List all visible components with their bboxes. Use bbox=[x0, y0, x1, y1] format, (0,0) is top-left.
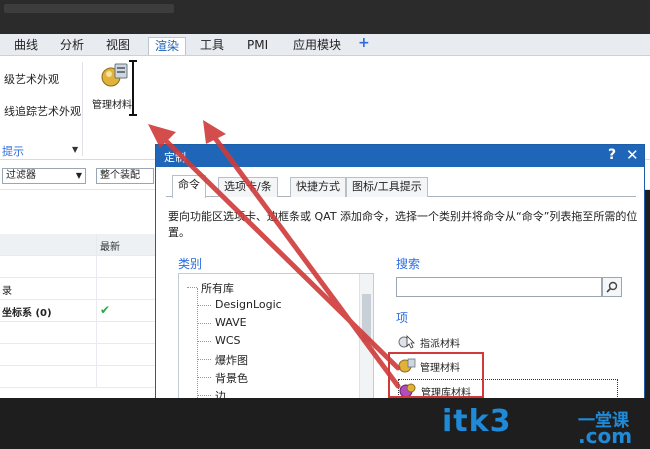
assign-material-icon bbox=[398, 335, 415, 349]
table-row[interactable]: 录 bbox=[0, 278, 160, 300]
dialog-tab-bar: 命令 选项卡/条 快捷方式 图标/工具提示 bbox=[166, 175, 636, 198]
dialog-title-bar[interactable]: 定制 ? ✕ bbox=[156, 145, 644, 167]
tab-shortcuts[interactable]: 快捷方式 bbox=[290, 177, 346, 197]
tab-render[interactable]: 渲染 bbox=[148, 37, 187, 55]
tab-curve[interactable]: 曲线 bbox=[12, 37, 40, 55]
filter-select[interactable]: 过滤器 ▼ bbox=[2, 168, 86, 184]
scrollbar-thumb[interactable] bbox=[362, 294, 371, 342]
tree-item[interactable]: WCS bbox=[179, 332, 359, 350]
filter-select-value: 过滤器 bbox=[6, 170, 36, 181]
assembly-select-value: 整个装配 bbox=[100, 170, 140, 181]
col-divider bbox=[96, 256, 97, 278]
ribbon-separator bbox=[82, 62, 83, 156]
tree-item[interactable]: 背景色 bbox=[179, 368, 359, 386]
close-button[interactable]: ✕ bbox=[626, 146, 639, 164]
table-row[interactable] bbox=[0, 366, 160, 388]
tree-twig bbox=[197, 305, 211, 306]
watermark-main: itk3 bbox=[442, 404, 512, 439]
tab-commands[interactable]: 命令 bbox=[172, 175, 206, 198]
col-divider bbox=[96, 344, 97, 366]
tree-item-label: DesignLogic bbox=[215, 298, 282, 311]
search-button[interactable] bbox=[602, 277, 622, 297]
chevron-down-icon[interactable]: ▼ bbox=[72, 145, 78, 154]
table-row[interactable]: 坐标系 (0) ✔ bbox=[0, 300, 160, 322]
category-scrollbar[interactable] bbox=[359, 274, 373, 398]
tab-analysis[interactable]: 分析 bbox=[58, 37, 86, 55]
tab-view[interactable]: 视图 bbox=[104, 37, 132, 55]
tree-twig bbox=[197, 377, 211, 378]
search-icon bbox=[606, 281, 618, 293]
row-label: 录 bbox=[2, 286, 12, 297]
tree-item[interactable]: 爆炸图 bbox=[179, 350, 359, 368]
title-bar bbox=[0, 0, 650, 34]
col-divider bbox=[96, 366, 97, 388]
dialog-title: 定制 bbox=[164, 151, 186, 164]
help-button[interactable]: ? bbox=[608, 147, 616, 163]
column-latest[interactable]: 最新 bbox=[100, 238, 120, 253]
add-tab-button[interactable]: + bbox=[356, 35, 372, 53]
ribbon-group-hint[interactable]: 提示 bbox=[2, 143, 24, 159]
tab-tools[interactable]: 工具 bbox=[198, 37, 226, 55]
navigator-grid: 最新 录 坐标系 (0) ✔ bbox=[0, 190, 160, 398]
assembly-select[interactable]: 整个装配 bbox=[96, 168, 154, 184]
tree-item[interactable]: WAVE bbox=[179, 314, 359, 332]
drop-insertion-cursor bbox=[129, 60, 137, 116]
chevron-down-icon: ▼ bbox=[75, 171, 82, 180]
tree-item-label: WCS bbox=[215, 334, 241, 347]
watermark-com: .com bbox=[578, 424, 633, 448]
search-label: 搜索 bbox=[396, 257, 421, 271]
items-label: 项 bbox=[396, 311, 409, 325]
item-label: 指派材料 bbox=[420, 339, 460, 350]
col-divider bbox=[96, 278, 97, 300]
tree-twig bbox=[197, 359, 211, 360]
tree-twig bbox=[197, 341, 211, 342]
tree-item[interactable]: DesignLogic bbox=[179, 296, 359, 314]
tree-twig bbox=[187, 287, 197, 288]
table-row[interactable] bbox=[0, 322, 160, 344]
tree-item-label: 所有库 bbox=[201, 282, 234, 295]
tree-item-label: 背景色 bbox=[215, 372, 248, 385]
table-row[interactable] bbox=[0, 344, 160, 366]
list-item-assign-material[interactable]: 指派材料 bbox=[398, 331, 618, 351]
tree-twig bbox=[197, 323, 211, 324]
search-input[interactable] bbox=[396, 277, 602, 297]
tab-tabs-bars[interactable]: 选项卡/条 bbox=[218, 177, 278, 197]
ribbon-item-advanced-studio[interactable]: 级艺术外观 bbox=[4, 71, 59, 87]
tree-twig bbox=[197, 395, 211, 396]
dialog-description: 要向功能区选项卡、边框条或 QAT 添加命令，选择一个类别并将命令从“命令”列表… bbox=[168, 210, 638, 239]
ribbon-tab-bar: 曲线 分析 视图 渲染 工具 PMI 应用模块 + bbox=[0, 34, 650, 56]
tab-app-modules[interactable]: 应用模块 bbox=[291, 37, 343, 55]
col-divider bbox=[96, 300, 97, 322]
tree-item-label: 爆炸图 bbox=[215, 354, 248, 367]
row-label-csys: 坐标系 (0) bbox=[2, 308, 52, 319]
category-tree[interactable]: 所有库 DesignLogic WAVE WCS 爆炸图 背景色 边 bbox=[178, 273, 374, 399]
highlight-box bbox=[388, 352, 484, 398]
table-row[interactable] bbox=[0, 256, 160, 278]
col-divider bbox=[96, 322, 97, 344]
tab-icons-tooltips[interactable]: 图标/工具提示 bbox=[346, 177, 428, 197]
ribbon-item-raytrace-studio[interactable]: 线追踪艺术外观 bbox=[4, 103, 81, 119]
tab-pmi[interactable]: PMI bbox=[245, 37, 270, 55]
watermark: itk3 一堂课 .com bbox=[442, 398, 650, 449]
tree-item[interactable]: 所有库 bbox=[179, 278, 359, 296]
blurred-title bbox=[4, 4, 174, 13]
checkmark-icon: ✔ bbox=[100, 303, 111, 317]
manage-material-icon[interactable] bbox=[100, 60, 130, 90]
tree-item-label: WAVE bbox=[215, 316, 247, 329]
grid-header: 最新 bbox=[0, 234, 160, 256]
manage-material-button[interactable]: 管理材料 bbox=[92, 96, 132, 111]
category-label: 类别 bbox=[178, 257, 203, 271]
col-divider bbox=[96, 234, 97, 256]
